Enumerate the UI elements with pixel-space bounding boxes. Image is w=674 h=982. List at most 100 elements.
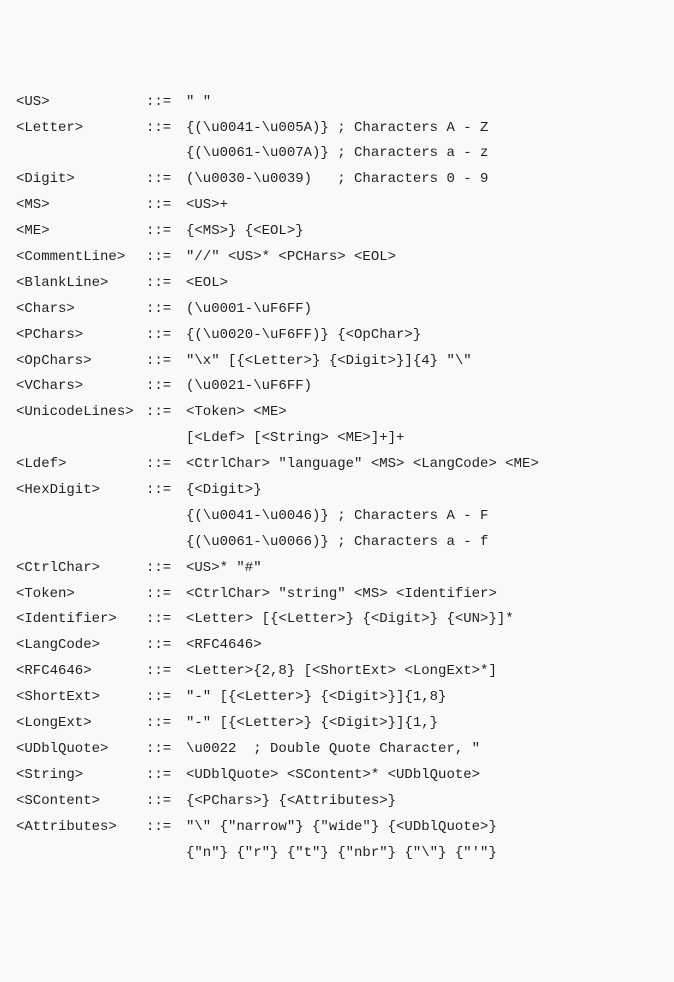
grammar-rule: <VChars>::=(\u0021-\uF6FF) xyxy=(16,374,658,400)
rule-rhs: <US>+ xyxy=(186,193,228,219)
rule-operator: ::= xyxy=(146,607,186,633)
rule-rhs: {"n"} {"r"} {"t"} {"nbr"} {"\"} {"'"} xyxy=(186,841,497,867)
rule-lhs: <Chars> xyxy=(16,297,146,323)
rule-rhs: [<Ldef> [<String> <ME>]+]+ xyxy=(186,426,404,452)
rule-operator: ::= xyxy=(146,478,186,504)
rule-lhs: <String> xyxy=(16,763,146,789)
rule-operator: ::= xyxy=(146,737,186,763)
rule-rhs: " " xyxy=(186,90,211,116)
rule-rhs: <CtrlChar> "language" <MS> <LangCode> <M… xyxy=(186,452,539,478)
rule-operator: ::= xyxy=(146,815,186,841)
grammar-rule: <Attributes>::="\" {"narrow"} {"wide"} {… xyxy=(16,815,658,841)
rule-operator: ::= xyxy=(146,763,186,789)
rule-rhs: {(\u0041-\u0046)} ; Characters A - F xyxy=(186,504,488,530)
rule-rhs: <UDblQuote> <SContent>* <UDblQuote> xyxy=(186,763,480,789)
grammar-rule: <PChars>::={(\u0020-\uF6FF)} {<OpChar>} xyxy=(16,323,658,349)
rule-rhs: "-" [{<Letter>} {<Digit>}]{1,8} xyxy=(186,685,446,711)
rule-lhs: <UnicodeLines> xyxy=(16,400,146,426)
rule-lhs: <Token> xyxy=(16,582,146,608)
rule-rhs: <EOL> xyxy=(186,271,228,297)
rule-lhs: <ME> xyxy=(16,219,146,245)
grammar-rule: <ShortExt>::="-" [{<Letter>} {<Digit>}]{… xyxy=(16,685,658,711)
rule-rhs: {<Digit>} xyxy=(186,478,262,504)
grammar-rule: <OpChars>::="\x" [{<Letter>} {<Digit>}]{… xyxy=(16,349,658,375)
rule-lhs: <Digit> xyxy=(16,167,146,193)
grammar-rule: <RFC4646>::=<Letter>{2,8} [<ShortExt> <L… xyxy=(16,659,658,685)
rule-rhs: "//" <US>* <PCHars> <EOL> xyxy=(186,245,396,271)
rule-operator: ::= xyxy=(146,219,186,245)
grammar-rule: <CtrlChar>::=<US>* "#" xyxy=(16,556,658,582)
grammar-rule: <String>::=<UDblQuote> <SContent>* <UDbl… xyxy=(16,763,658,789)
grammar-rule: <UnicodeLines>::=<Token> <ME> xyxy=(16,400,658,426)
rule-rhs: <Letter> [{<Letter>} {<Digit>} {<UN>}]* xyxy=(186,607,514,633)
grammar-rule: <Identifier>::=<Letter> [{<Letter>} {<Di… xyxy=(16,607,658,633)
rule-operator: ::= xyxy=(146,711,186,737)
grammar-rule: <US>::=" " xyxy=(16,90,658,116)
grammar-rule: <Ldef>::=<CtrlChar> "language" <MS> <Lan… xyxy=(16,452,658,478)
grammar-rule: <Digit>::=(\u0030-\u0039) ; Characters 0… xyxy=(16,167,658,193)
grammar-rule: <LangCode>::=<RFC4646> xyxy=(16,633,658,659)
rule-operator: ::= xyxy=(146,685,186,711)
rule-operator: ::= xyxy=(146,789,186,815)
rule-operator: ::= xyxy=(146,582,186,608)
rule-lhs: <HexDigit> xyxy=(16,478,146,504)
rule-lhs: <OpChars> xyxy=(16,349,146,375)
rule-rhs: {<PChars>} {<Attributes>} xyxy=(186,789,396,815)
rule-lhs: <ShortExt> xyxy=(16,685,146,711)
rule-lhs: <SContent> xyxy=(16,789,146,815)
rule-rhs: {(\u0041-\u005A)} ; Characters A - Z xyxy=(186,116,488,142)
rule-lhs: <Identifier> xyxy=(16,607,146,633)
grammar-rule-continuation: {(\u0061-\u007A)} ; Characters a - z xyxy=(16,141,658,167)
rule-lhs: <Attributes> xyxy=(16,815,146,841)
rule-operator: ::= xyxy=(146,297,186,323)
rule-operator: ::= xyxy=(146,245,186,271)
grammar-rule: <Token>::=<CtrlChar> "string" <MS> <Iden… xyxy=(16,582,658,608)
rule-lhs: <MS> xyxy=(16,193,146,219)
rule-rhs: {(\u0061-\u007A)} ; Characters a - z xyxy=(186,141,488,167)
rule-operator: ::= xyxy=(146,167,186,193)
rule-operator: ::= xyxy=(146,556,186,582)
grammar-rule: <UDblQuote>::=\u0022 ; Double Quote Char… xyxy=(16,737,658,763)
grammar-rule-continuation: [<Ldef> [<String> <ME>]+]+ xyxy=(16,426,658,452)
grammar-rule: <MS>::=<US>+ xyxy=(16,193,658,219)
rule-rhs: <US>* "#" xyxy=(186,556,262,582)
rule-rhs: (\u0001-\uF6FF) xyxy=(186,297,312,323)
rule-operator: ::= xyxy=(146,349,186,375)
rule-rhs: {(\u0020-\uF6FF)} {<OpChar>} xyxy=(186,323,421,349)
rule-lhs: <PChars> xyxy=(16,323,146,349)
rule-rhs: "\x" [{<Letter>} {<Digit>}]{4} "\" xyxy=(186,349,472,375)
grammar-rule-continuation: {(\u0041-\u0046)} ; Characters A - F xyxy=(16,504,658,530)
grammar-rule: <LongExt>::="-" [{<Letter>} {<Digit>}]{1… xyxy=(16,711,658,737)
grammar-rule: <Chars>::=(\u0001-\uF6FF) xyxy=(16,297,658,323)
rule-lhs: <LangCode> xyxy=(16,633,146,659)
rule-operator: ::= xyxy=(146,633,186,659)
rule-rhs: <Letter>{2,8} [<ShortExt> <LongExt>*] xyxy=(186,659,497,685)
rule-lhs: <UDblQuote> xyxy=(16,737,146,763)
rule-operator: ::= xyxy=(146,374,186,400)
rule-rhs: {<MS>} {<EOL>} xyxy=(186,219,304,245)
rule-rhs: (\u0030-\u0039) ; Characters 0 - 9 xyxy=(186,167,488,193)
rule-operator: ::= xyxy=(146,271,186,297)
grammar-block: <US>::=" "<Letter>::={(\u0041-\u005A)} ;… xyxy=(16,90,658,867)
grammar-rule: <BlankLine>::=<EOL> xyxy=(16,271,658,297)
rule-operator: ::= xyxy=(146,193,186,219)
rule-rhs: "\" {"narrow"} {"wide"} {<UDblQuote>} xyxy=(186,815,497,841)
grammar-rule-continuation: {"n"} {"r"} {"t"} {"nbr"} {"\"} {"'"} xyxy=(16,841,658,867)
rule-rhs: <Token> <ME> xyxy=(186,400,287,426)
rule-lhs: <VChars> xyxy=(16,374,146,400)
rule-operator: ::= xyxy=(146,400,186,426)
rule-lhs: <LongExt> xyxy=(16,711,146,737)
rule-lhs: <Ldef> xyxy=(16,452,146,478)
rule-operator: ::= xyxy=(146,452,186,478)
rule-operator: ::= xyxy=(146,659,186,685)
rule-rhs: \u0022 ; Double Quote Character, " xyxy=(186,737,480,763)
rule-rhs: <CtrlChar> "string" <MS> <Identifier> xyxy=(186,582,497,608)
rule-operator: ::= xyxy=(146,116,186,142)
rule-operator: ::= xyxy=(146,323,186,349)
rule-operator: ::= xyxy=(146,90,186,116)
rule-lhs: <CommentLine> xyxy=(16,245,146,271)
grammar-rule: <SContent>::={<PChars>} {<Attributes>} xyxy=(16,789,658,815)
rule-lhs: <CtrlChar> xyxy=(16,556,146,582)
grammar-rule: <CommentLine>::="//" <US>* <PCHars> <EOL… xyxy=(16,245,658,271)
rule-rhs: <RFC4646> xyxy=(186,633,262,659)
